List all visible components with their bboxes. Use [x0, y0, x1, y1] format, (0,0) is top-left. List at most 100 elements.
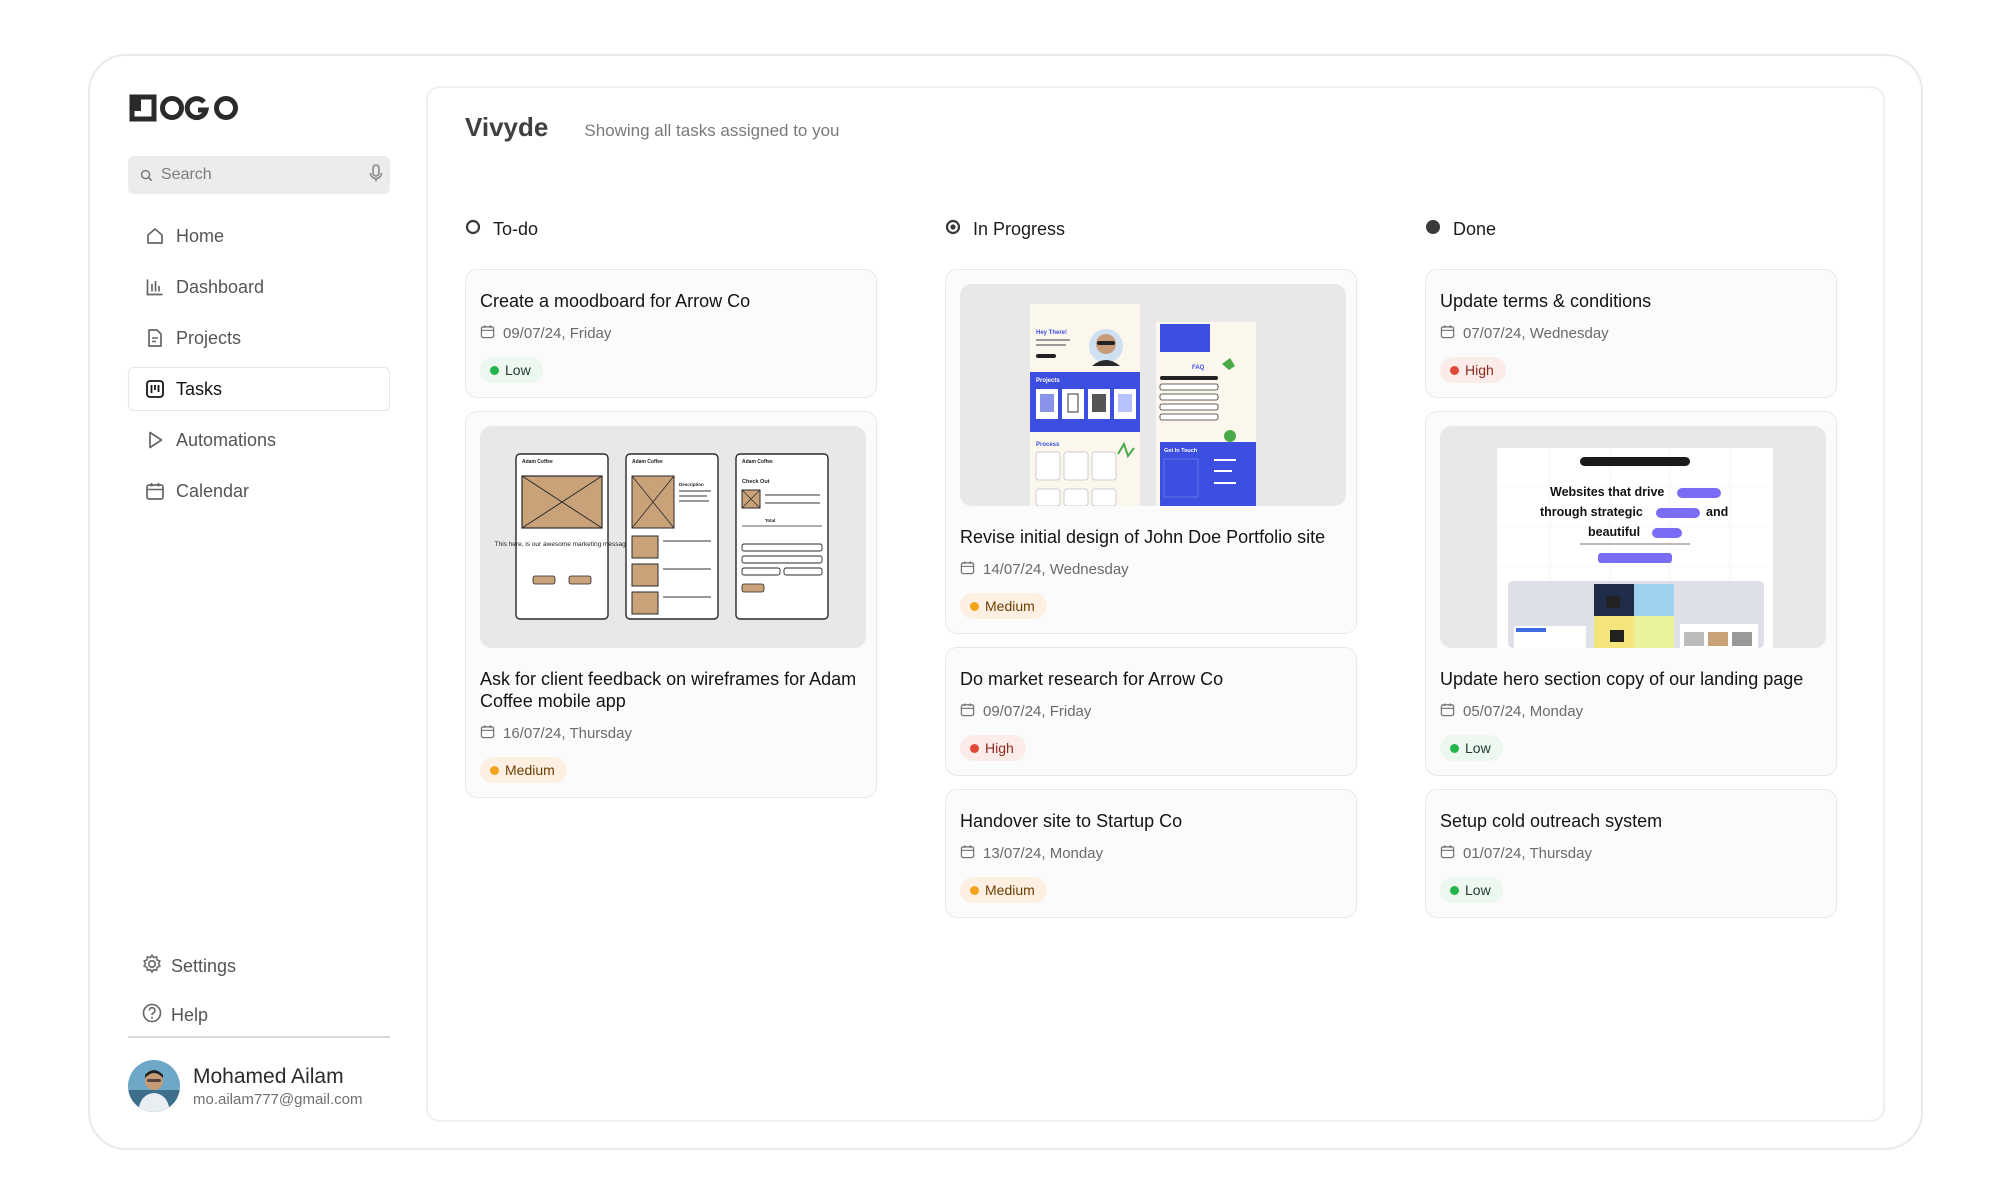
- priority-badge: Low: [1440, 877, 1503, 903]
- portfolio-process: Process: [1036, 442, 1060, 448]
- search-input[interactable]: [161, 166, 368, 184]
- task-date: 05/07/24, Monday: [1440, 702, 1822, 721]
- task-date: 01/07/24, Thursday: [1440, 844, 1822, 863]
- task-card[interactable]: Adam Coffee This here, is our awesome ma…: [465, 411, 877, 798]
- page-title: Vivyde: [465, 112, 549, 142]
- wireframe-brand-2: Adam Coffee: [632, 459, 663, 465]
- task-date-text: 13/07/24, Monday: [983, 845, 1104, 862]
- sidebar-item-label: Tasks: [176, 378, 223, 399]
- landing-headline-2: through strategic: [1540, 505, 1643, 519]
- sidebar-item-calendar[interactable]: Calendar: [128, 469, 390, 513]
- task-card[interactable]: Do market research for Arrow Co 09/07/24…: [945, 647, 1357, 776]
- sidebar: Home Dashboard Projects Tasks: [128, 86, 390, 1122]
- task-date-text: 07/07/24, Wednesday: [1463, 325, 1609, 342]
- task-date-text: 14/07/24, Wednesday: [983, 561, 1129, 578]
- calendar-icon: [960, 844, 975, 863]
- task-thumbnail: Adam Coffee This here, is our awesome ma…: [480, 426, 866, 648]
- column-in-progress: In Progress Hey There! Projects Process …: [945, 213, 1357, 931]
- calendar-icon: [960, 560, 975, 579]
- sidebar-item-home[interactable]: Home: [128, 214, 390, 258]
- wireframe-total: Total: [765, 518, 775, 523]
- task-card[interactable]: Create a moodboard for Arrow Co 09/07/24…: [465, 269, 877, 398]
- sidebar-nav: Home Dashboard Projects Tasks Automation…: [128, 214, 390, 520]
- logo: [128, 90, 240, 126]
- help-circle-icon: [141, 1002, 163, 1029]
- task-card[interactable]: Websites that drive through strategic an…: [1425, 411, 1837, 776]
- priority-label: High: [1465, 362, 1494, 378]
- calendar-icon: [1440, 324, 1455, 343]
- task-title: Ask for client feedback on wireframes fo…: [480, 669, 857, 711]
- task-date: 14/07/24, Wednesday: [960, 560, 1342, 579]
- task-date: 09/07/24, Friday: [480, 324, 862, 343]
- task-date-text: 01/07/24, Thursday: [1463, 845, 1592, 862]
- task-title: Revise initial design of John Doe Portfo…: [960, 527, 1326, 547]
- portfolio-projects: Projects: [1036, 378, 1060, 384]
- task-title: Do market research for Arrow Co: [960, 669, 1224, 689]
- column-todo: To-do Create a moodboard for Arrow Co 09…: [465, 213, 877, 811]
- task-date-text: 05/07/24, Monday: [1463, 703, 1584, 720]
- gear-icon: [141, 953, 163, 980]
- calendar-icon: [480, 324, 495, 343]
- task-title: Setup cold outreach system: [1440, 811, 1663, 831]
- task-thumbnail: Websites that drive through strategic an…: [1440, 426, 1826, 648]
- calendar-icon: [1440, 844, 1455, 863]
- help-label: Help: [171, 1004, 209, 1025]
- task-title: Update hero section copy of our landing …: [1440, 669, 1804, 689]
- task-card[interactable]: Update terms & conditions 07/07/24, Wedn…: [1425, 269, 1837, 398]
- landing-headline-3: beautiful: [1588, 525, 1640, 539]
- home-icon: [144, 225, 166, 247]
- play-icon: [144, 429, 166, 451]
- settings-label: Settings: [171, 955, 237, 976]
- user-email: mo.ailam777@gmail.com: [193, 1090, 363, 1108]
- sidebar-item-label: Automations: [176, 429, 277, 450]
- portfolio-faq: FAQ: [1192, 365, 1205, 371]
- sidebar-divider: [128, 1036, 390, 1038]
- wireframe-brand-3: Adam Coffee: [742, 459, 773, 465]
- help-link[interactable]: Help: [128, 995, 390, 1035]
- priority-badge: Medium: [960, 877, 1047, 903]
- priority-badge: Medium: [480, 757, 567, 783]
- column-header: Done: [1425, 213, 1837, 245]
- priority-label: Medium: [985, 882, 1035, 898]
- settings-link[interactable]: Settings: [128, 946, 390, 986]
- task-date-text: 09/07/24, Friday: [983, 703, 1092, 720]
- landing-headline-1: Websites that drive: [1550, 485, 1664, 499]
- priority-badge: High: [960, 735, 1026, 761]
- calendar-icon: [1440, 702, 1455, 721]
- column-label: In Progress: [973, 218, 1066, 239]
- priority-badge: Low: [480, 357, 543, 383]
- task-card[interactable]: Hey There! Projects Process FAQ Get In T…: [945, 269, 1357, 634]
- app-window: Home Dashboard Projects Tasks: [88, 54, 1923, 1150]
- avatar[interactable]: [128, 1060, 180, 1112]
- sidebar-item-projects[interactable]: Projects: [128, 316, 390, 360]
- task-date: 16/07/24, Thursday: [480, 724, 862, 743]
- status-dot: [1450, 885, 1459, 895]
- sidebar-item-dashboard[interactable]: Dashboard: [128, 265, 390, 309]
- task-title: Create a moodboard for Arrow Co: [480, 291, 751, 311]
- wireframe-brand-1: Adam Coffee: [522, 459, 553, 465]
- microphone-icon[interactable]: [368, 163, 384, 188]
- task-date-text: 09/07/24, Friday: [503, 325, 612, 342]
- sidebar-item-label: Calendar: [176, 480, 250, 501]
- wireframe-message: This here, is our awesome marketing mess…: [495, 541, 630, 548]
- portfolio-contact: Get In Touch: [1164, 448, 1198, 454]
- status-dot: [970, 885, 979, 895]
- priority-badge: High: [1440, 357, 1506, 383]
- sidebar-item-automations[interactable]: Automations: [128, 418, 390, 462]
- calendar-icon: [960, 702, 975, 721]
- search-box[interactable]: [128, 156, 390, 194]
- sidebar-item-label: Projects: [176, 327, 242, 348]
- task-card[interactable]: Handover site to Startup Co 13/07/24, Mo…: [945, 789, 1357, 918]
- task-date: 07/07/24, Wednesday: [1440, 324, 1822, 343]
- sidebar-item-tasks[interactable]: Tasks: [128, 367, 390, 411]
- status-dot: [490, 365, 499, 375]
- task-thumbnail: Hey There! Projects Process FAQ Get In T…: [960, 284, 1346, 506]
- user-profile[interactable]: Mohamed Ailam mo.ailam777@gmail.com: [128, 1060, 362, 1112]
- board-header: Vivyde Showing all tasks assigned to you: [465, 112, 840, 143]
- priority-label: High: [985, 740, 1014, 756]
- task-card[interactable]: Setup cold outreach system 01/07/24, Thu…: [1425, 789, 1837, 918]
- search-icon: [140, 169, 153, 182]
- portfolio-hey: Hey There!: [1036, 330, 1067, 336]
- status-dot: [1450, 365, 1459, 375]
- page-subtitle: Showing all tasks assigned to you: [584, 121, 840, 140]
